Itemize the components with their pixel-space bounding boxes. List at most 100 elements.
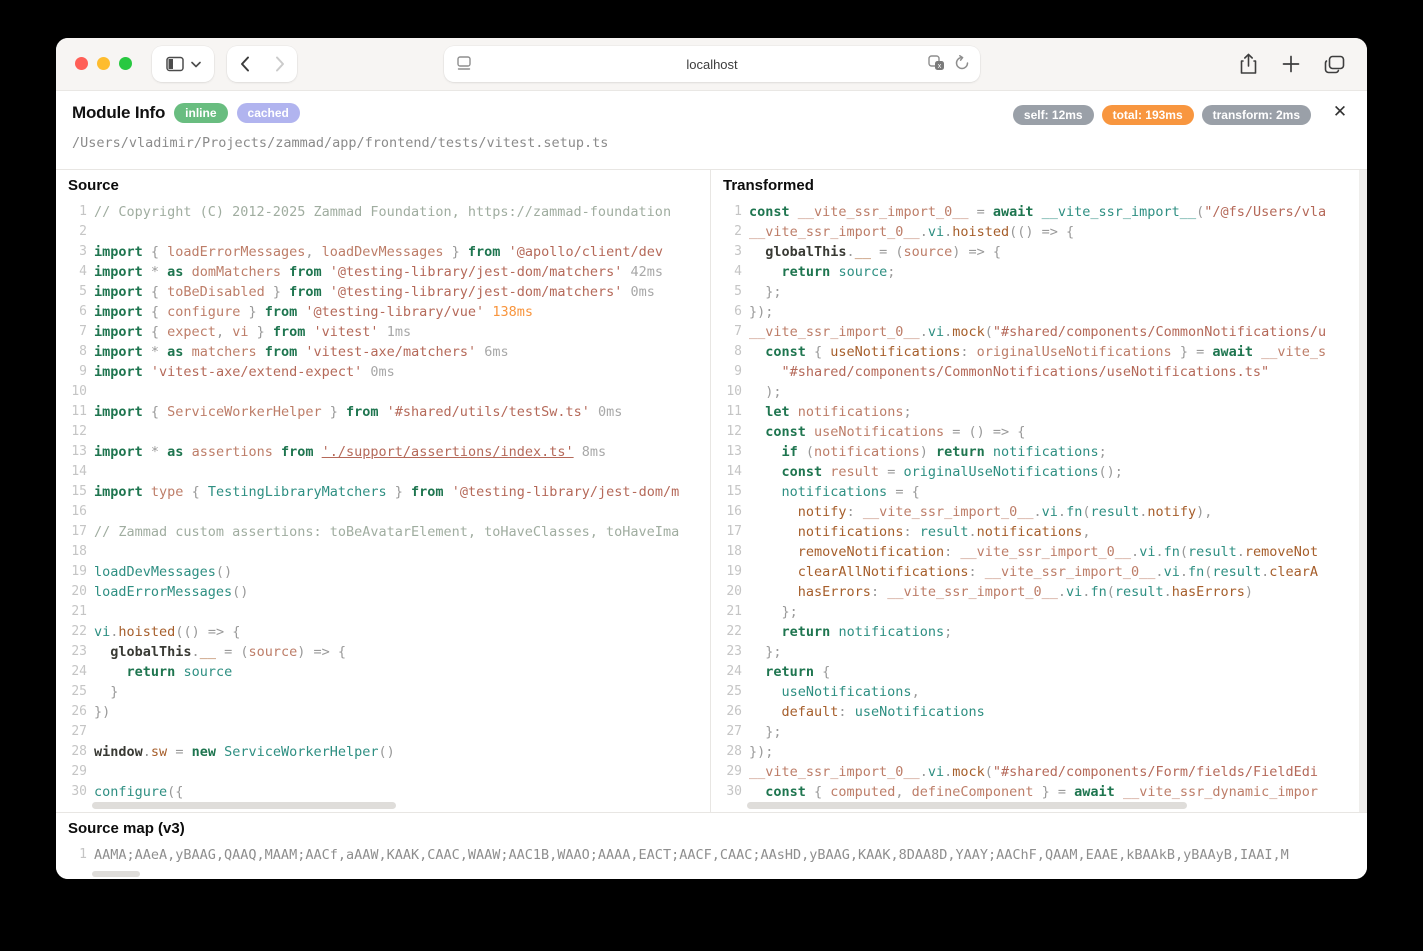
code-token: const [782,464,823,480]
code-token: from [346,404,379,420]
code-line: 23 globalThis.__ = (source) => { [56,642,710,662]
line-number: 3 [56,242,87,262]
badge-self-time: self: 12ms [1013,105,1094,125]
line-number: 18 [711,542,742,562]
forward-icon[interactable] [275,56,285,72]
new-tab-icon[interactable] [1282,55,1300,73]
page-icon[interactable] [456,55,472,73]
code-token: vi [1066,584,1082,600]
line-number: 9 [711,362,742,382]
reload-icon[interactable] [954,55,970,71]
code-token: source [838,264,887,280]
close-icon[interactable]: ✕ [1329,101,1351,123]
code-token: ) => { [952,244,1001,260]
sidebar-icon [166,56,184,72]
code-token: hasErrors [798,584,871,600]
line-number: 22 [56,622,87,642]
code-token [183,264,191,280]
code-line: 10 ); [711,382,1367,402]
code-line: 20 hasErrors: __vite_ssr_import_0__.vi.f… [711,582,1367,602]
code-token: , [1082,524,1090,540]
tab-overview-icon[interactable] [1324,55,1345,74]
code-token: }); [749,744,773,760]
url-field[interactable]: localhost x [444,46,980,82]
code-token [273,444,281,460]
code-token: } [240,304,264,320]
code-token [749,244,765,260]
line-number: 25 [711,682,742,702]
code-token: * [143,444,167,460]
code-token: 1ms [379,324,412,340]
code-text: globalThis.__ = (source) => { [87,642,346,662]
line-number: 6 [56,302,87,322]
code-token [749,484,782,500]
source-hscrollbar[interactable] [92,802,396,809]
code-token: import [94,304,143,320]
code-token: : [944,544,960,560]
translate-icon[interactable]: x [928,55,945,71]
code-token: * [143,344,167,360]
code-token: TestingLibraryMatchers [208,484,387,500]
code-token: __vite_s [1261,344,1326,360]
code-token: (); [1099,464,1123,480]
line-number: 24 [711,662,742,682]
code-token: } = [1172,344,1213,360]
sourcemap-section: Source map (v3) 1 AAMA;AAeA,yBAAG,QAAQ,M… [56,812,1367,879]
code-token [183,444,191,460]
module-link[interactable]: './support/assertions/index.ts' [322,444,574,460]
code-token [749,584,798,600]
code-token: "#shared/components/CommonNotifications/… [782,364,1270,380]
code-line: 21 }; [711,602,1367,622]
line-number: 11 [711,402,742,422]
code-line: 12 const useNotifications = () => { [711,422,1367,442]
code-line: 29 [56,762,710,782]
vertical-scrollbar[interactable] [1359,170,1367,812]
code-line: 15 notifications = { [711,482,1367,502]
module-info-header: Module Info inline cached self: 12ms tot… [56,91,1367,169]
sourcemap-title: Source map (v3) [56,813,1367,841]
code-token: vi [1164,564,1180,580]
traffic-light-zoom[interactable] [119,57,132,70]
code-token: . [192,644,200,660]
code-line: 8import * as matchers from 'vitest-axe/m… [56,342,710,362]
sourcemap-hscrollbar[interactable] [92,871,140,877]
code-token [379,404,387,420]
code-token: fn [1188,564,1204,580]
code-token [314,444,322,460]
code-token: ; [887,264,895,280]
line-number: 28 [56,742,87,762]
code-token: from [265,304,298,320]
code-token: matchers [192,344,257,360]
code-token: as [167,444,183,460]
code-text: window.sw = new ServiceWorkerHelper() [87,742,395,762]
code-line: 9 "#shared/components/CommonNotification… [711,362,1367,382]
line-number: 7 [711,322,742,342]
code-token: useNotifications [830,344,960,360]
code-token: ); [749,384,782,400]
code-token [749,704,782,720]
code-token [749,504,798,520]
code-token: '@testing-library/jest-dom/m [452,484,680,500]
code-token: sw [151,744,167,760]
code-token: let [765,404,789,420]
code-token: . [1058,504,1066,520]
traffic-light-minimize[interactable] [97,57,110,70]
traffic-light-close[interactable] [75,57,88,70]
code-token: loadDevMessages [94,564,216,580]
sidebar-toggle-button[interactable] [152,46,214,82]
code-token: result [1188,544,1237,560]
code-token: vi [928,324,944,340]
code-token [749,564,798,580]
code-text [87,502,94,522]
back-icon[interactable] [240,56,250,72]
code-token: }; [749,284,782,300]
code-token: (() => { [1009,224,1074,240]
code-text: // Zammad custom assertions: toBeAvatarE… [87,522,679,542]
code-token: : [968,564,984,580]
code-token: import [94,404,143,420]
code-token: ( [985,324,993,340]
transformed-hscrollbar[interactable] [747,802,1187,809]
code-token: ServiceWorkerHelper [224,744,378,760]
code-token: } [265,284,289,300]
share-icon[interactable] [1239,53,1258,75]
